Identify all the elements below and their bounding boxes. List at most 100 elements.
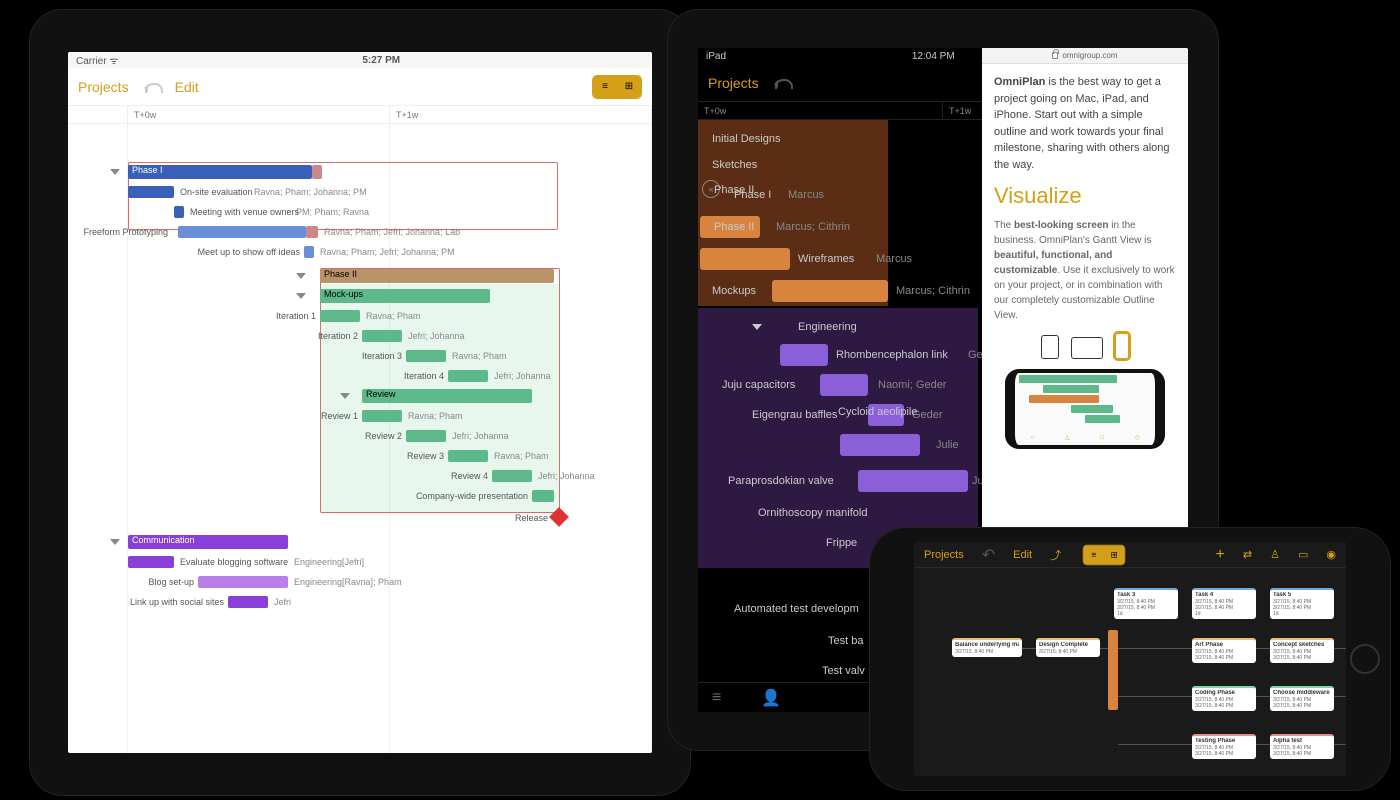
clipboard-icon[interactable]: ▭ bbox=[1298, 548, 1308, 561]
task-bar[interactable] bbox=[320, 310, 360, 322]
projects-button[interactable]: Projects bbox=[78, 79, 129, 95]
preview-tab-icon: ◇ bbox=[1135, 434, 1140, 443]
task-bar-dark[interactable] bbox=[840, 434, 920, 456]
task-bar[interactable] bbox=[362, 330, 402, 342]
network-canvas[interactable]: Task 3 3/27/15, 8:40 PM 3/27/15, 8:40 PM… bbox=[914, 568, 1346, 776]
disclosure-icon[interactable] bbox=[296, 273, 306, 279]
add-icon-iphone[interactable]: + bbox=[1216, 546, 1225, 564]
person-icon[interactable]: ♙ bbox=[1270, 548, 1280, 561]
task-bar[interactable] bbox=[406, 350, 446, 362]
task-bar[interactable] bbox=[448, 450, 488, 462]
task-res: Engineering[Ravna]; Pham bbox=[294, 577, 402, 587]
mockups-bar[interactable]: Mock-ups bbox=[320, 289, 490, 303]
task-res: Jefri; Johanna bbox=[408, 331, 465, 341]
phase1-label: Phase I bbox=[132, 165, 163, 175]
iphone-icon[interactable] bbox=[1115, 333, 1129, 359]
network-card[interactable]: Choose middleware 3/27/15, 8:40 PM3/27/1… bbox=[1270, 686, 1334, 711]
task-bar[interactable] bbox=[174, 206, 184, 218]
tab-tasks-icon[interactable]: ≡ bbox=[712, 689, 721, 707]
juju-res: Naomi; Geder bbox=[878, 379, 946, 391]
milestone-diamond[interactable] bbox=[549, 507, 569, 527]
preview-tab-icon: ○ bbox=[1030, 434, 1034, 443]
task-bar[interactable] bbox=[304, 246, 314, 258]
task-bar[interactable] bbox=[198, 576, 288, 588]
network-card[interactable]: Art Phase 3/27/15, 8:40 PM3/27/15, 8:40 … bbox=[1192, 638, 1256, 663]
edit-button-iphone[interactable]: Edit bbox=[1013, 549, 1032, 561]
task-label-left: Meet up to show off ideas bbox=[198, 247, 300, 257]
task-bar-dark[interactable] bbox=[700, 248, 790, 270]
communication-bar[interactable]: Communication bbox=[128, 535, 288, 549]
phase2-bar[interactable]: Phase II bbox=[320, 269, 554, 283]
network-card[interactable]: Balance underlying math… 3/27/15, 8:40 P… bbox=[952, 638, 1022, 657]
network-card[interactable]: Coding Phase 3/27/15, 8:40 PM3/27/15, 8:… bbox=[1192, 686, 1256, 711]
gantt-view-icon-iphone[interactable]: ≡ bbox=[1084, 545, 1104, 564]
communication-label: Communication bbox=[132, 535, 195, 545]
task-bar-dark[interactable] bbox=[820, 374, 868, 396]
task-bar-dark[interactable] bbox=[858, 470, 968, 492]
preview-tab-icon: □ bbox=[1100, 434, 1104, 443]
undo-icon-iphone[interactable]: ↶ bbox=[982, 545, 995, 565]
task-res: PM; Pham; Ravna bbox=[296, 207, 369, 217]
ipad-landscape-icon[interactable] bbox=[1071, 337, 1103, 359]
network-card[interactable]: Task 5 3/27/15, 8:40 PM 3/27/15, 8:40 PM… bbox=[1270, 588, 1334, 619]
phase1-bar[interactable]: Phase I bbox=[128, 165, 312, 179]
disclosure-icon[interactable] bbox=[340, 393, 350, 399]
network-view-icon[interactable]: ⊞ bbox=[617, 76, 641, 98]
task-bar-dark[interactable] bbox=[780, 344, 828, 366]
tab-resources-icon[interactable]: 👤 bbox=[761, 688, 781, 708]
projects-button-iphone[interactable]: Projects bbox=[924, 549, 964, 561]
network-card[interactable]: Design Complete 3/27/15, 8:40 PM bbox=[1036, 638, 1100, 657]
timeline-header: T+0w T+1w bbox=[68, 106, 652, 124]
projects-button-dark[interactable]: Projects bbox=[708, 75, 759, 91]
iphone-toolbar: Projects ↶ Edit ⤴ ≡ ⊞ + ⇄ ♙ ▭ ◉ bbox=[914, 542, 1346, 568]
eye-icon[interactable]: ◉ bbox=[1326, 548, 1336, 561]
gantt-body-light[interactable]: Phase I On-site evaluation Ravna; Pham; … bbox=[68, 124, 652, 753]
task-bar[interactable] bbox=[362, 410, 402, 422]
undo-icon-dark[interactable] bbox=[773, 76, 791, 90]
task-res: Jefri bbox=[274, 597, 291, 607]
task-bar[interactable] bbox=[492, 470, 532, 482]
undo-icon[interactable] bbox=[143, 80, 161, 94]
task-res: Ravna; Pham bbox=[408, 411, 463, 421]
network-view-icon-iphone[interactable]: ⊞ bbox=[1104, 545, 1124, 564]
gantt-view-icon[interactable]: ≡ bbox=[593, 76, 617, 98]
preview-tab-icon: △ bbox=[1065, 434, 1070, 443]
initial-designs-label: Initial Designs bbox=[712, 133, 780, 145]
network-card[interactable]: Task 4 3/27/15, 8:40 PM 3/27/15, 8:40 PM… bbox=[1192, 588, 1256, 619]
phase2-label: Phase II bbox=[324, 269, 357, 279]
disclosure-icon-dark[interactable] bbox=[752, 324, 762, 330]
task-bar-dark[interactable] bbox=[772, 280, 888, 302]
toolbar-light: Projects Edit ≡ ⊞ bbox=[68, 68, 652, 106]
task-label-left: Review 2 bbox=[365, 431, 402, 441]
safari-address-bar[interactable]: omnigroup.com bbox=[982, 48, 1188, 64]
task-label-left: Review 1 bbox=[321, 411, 358, 421]
edit-button[interactable]: Edit bbox=[175, 79, 199, 95]
status-time: 5:27 PM bbox=[362, 55, 400, 66]
review-bar[interactable]: Review bbox=[362, 389, 532, 403]
task-bar[interactable] bbox=[532, 490, 554, 502]
view-segmented-iphone[interactable]: ≡ ⊞ bbox=[1083, 544, 1126, 564]
network-card[interactable]: Concept sketches 3/27/15, 8:40 PM3/27/15… bbox=[1270, 638, 1334, 663]
network-card[interactable]: Alpha test 3/27/15, 8:40 PM3/27/15, 8:40… bbox=[1270, 734, 1334, 759]
ipad-portrait-icon[interactable] bbox=[1041, 335, 1059, 359]
disclosure-icon[interactable] bbox=[110, 539, 120, 545]
task-bar[interactable] bbox=[178, 226, 306, 238]
share-icon[interactable]: ⤴ bbox=[1050, 547, 1061, 563]
disclosure-icon[interactable] bbox=[110, 169, 120, 175]
safari-content[interactable]: OmniPlan is the best way to get a projec… bbox=[982, 64, 1188, 467]
task-bar[interactable] bbox=[406, 430, 446, 442]
link-icon[interactable]: ⇄ bbox=[1243, 548, 1252, 561]
task-bar[interactable] bbox=[228, 596, 268, 608]
task-bar[interactable] bbox=[448, 370, 488, 382]
task-label-left: Company-wide presentation bbox=[416, 491, 528, 501]
sketches-label: Sketches bbox=[712, 159, 757, 171]
task-bar[interactable] bbox=[128, 556, 174, 568]
task-bar[interactable] bbox=[128, 186, 174, 198]
network-card[interactable]: Testing Phase 3/27/15, 8:40 PM3/27/15, 8… bbox=[1192, 734, 1256, 759]
network-card[interactable]: Task 3 3/27/15, 8:40 PM 3/27/15, 8:40 PM… bbox=[1114, 588, 1178, 619]
disclosure-icon[interactable] bbox=[296, 293, 306, 299]
rhomb-res: Ge bbox=[968, 349, 983, 361]
view-segmented[interactable]: ≡ ⊞ bbox=[592, 75, 642, 99]
wifi-icon: ᯤ bbox=[109, 56, 118, 67]
status-bar: Carrier ᯤ 5:27 PM bbox=[68, 52, 652, 68]
